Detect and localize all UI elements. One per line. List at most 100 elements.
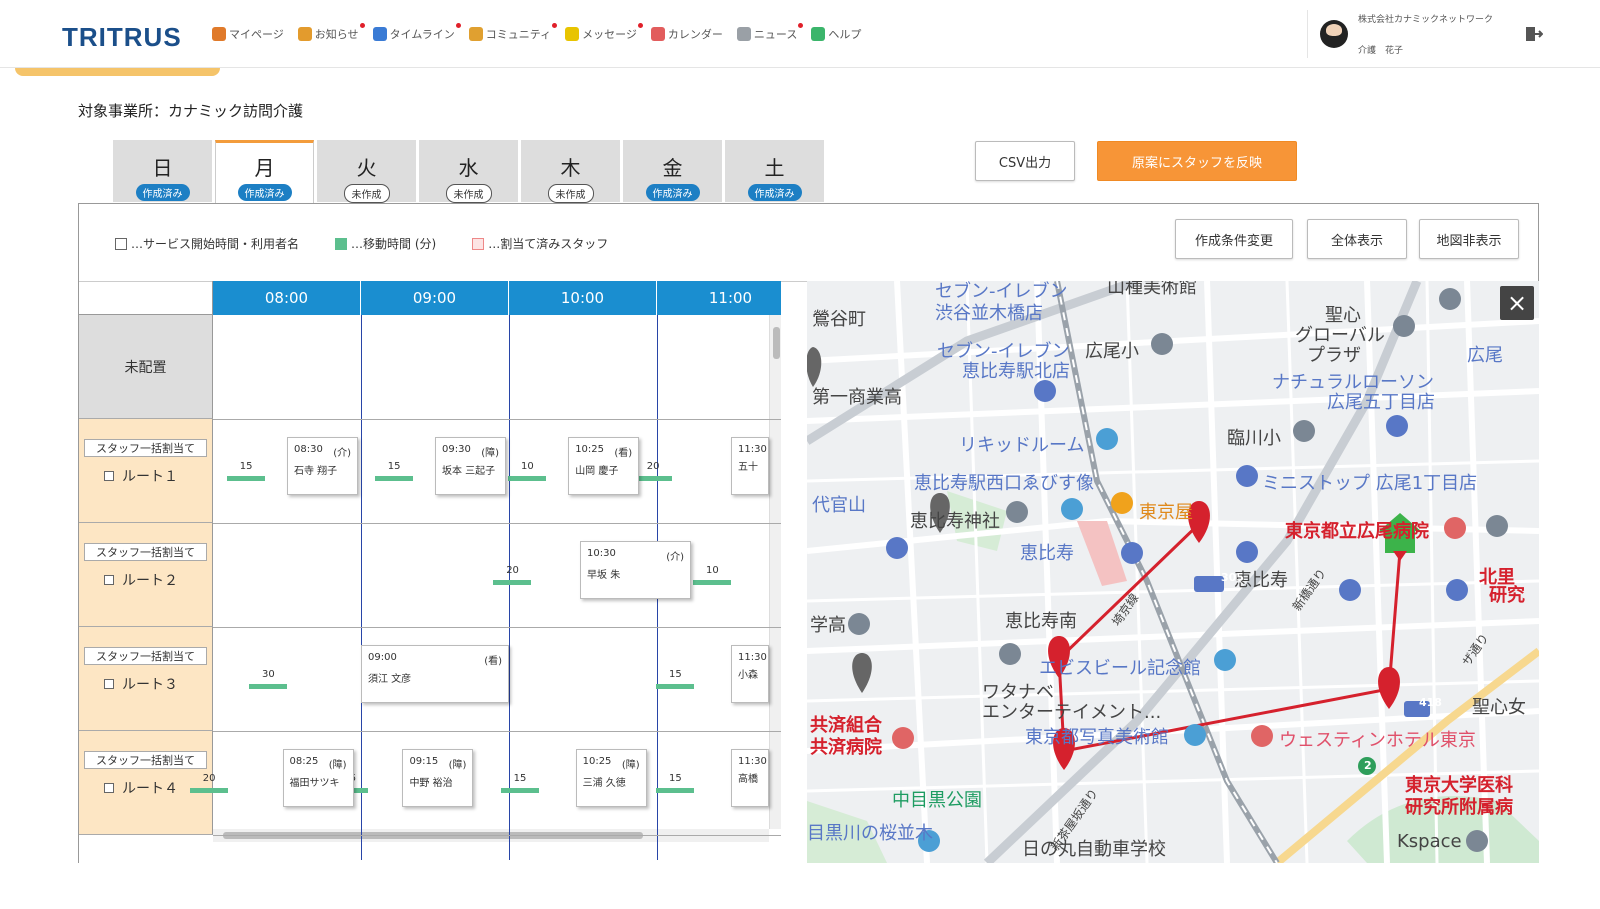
travel-time-bar xyxy=(493,580,532,585)
visit-time: 11:30 xyxy=(738,652,767,663)
visit-time: 08:25 xyxy=(289,756,319,767)
visit-card[interactable]: 11:30 五十 xyxy=(731,437,769,495)
nav-item-2[interactable]: タイムライン xyxy=(372,23,461,42)
visit-card[interactable]: 09:00 (看) 須江 文彦 xyxy=(361,645,509,703)
route-checkbox[interactable] xyxy=(104,783,114,793)
tab-day-label: 土 xyxy=(764,156,785,180)
bulk-assign-button[interactable]: スタッフ一括割当て xyxy=(84,647,207,665)
travel-time-bar xyxy=(633,476,672,481)
reflect-staff-button[interactable]: 原案にスタッフを反映 xyxy=(1097,141,1297,181)
nav-item-3[interactable]: コミュニティ xyxy=(468,23,558,42)
bulk-assign-button[interactable]: スタッフ一括割当て xyxy=(84,751,207,769)
logout-icon[interactable] xyxy=(1525,25,1543,43)
map-place-label: 鶯谷町 xyxy=(812,309,866,330)
time-header: 08:00 09:00 10:00 11:00 xyxy=(213,281,781,315)
map-place-label: 山種美術館 xyxy=(1107,281,1197,298)
map-place-label: エンターテイメント... xyxy=(982,702,1162,723)
map-place-label: 恵比寿 xyxy=(1020,543,1074,564)
bulk-assign-button[interactable]: スタッフ一括割当て xyxy=(84,439,207,457)
legend-assigned: …割当て済みスタッフ xyxy=(472,235,608,252)
route-map[interactable]: 山種美術館 鶯谷町 セブン-イレブン 渋谷並木橋店 聖心 グローバル プラザ セブン-イレブン… xyxy=(807,281,1539,863)
route-label: ルート１ xyxy=(122,469,178,485)
route-checkbox[interactable] xyxy=(104,471,114,481)
map-place-label: 広尾小 xyxy=(1085,341,1139,362)
client-name: 三浦 久徳 xyxy=(582,778,626,789)
tab-day-5[interactable]: 金作成済み xyxy=(623,140,722,202)
route-checkbox-row[interactable]: ルート１ xyxy=(104,466,178,486)
map-place-label: ウェスティンホテル東京 xyxy=(1279,730,1476,751)
travel-time-label: 15 xyxy=(239,461,253,472)
tab-day-6[interactable]: 土作成済み xyxy=(725,140,824,202)
tab-status-badge: 未作成 xyxy=(547,184,594,203)
legend-move: …移動時間 (分) xyxy=(335,235,436,252)
map-place-label: 臨川小 xyxy=(1227,428,1281,449)
client-name: 須江 文彦 xyxy=(368,674,412,685)
route-checkbox[interactable] xyxy=(104,575,114,585)
travel-time-label: 10 xyxy=(706,565,719,576)
tab-day-4[interactable]: 木未作成 xyxy=(521,140,620,203)
travel-time-bar xyxy=(374,476,413,481)
travel-time-label: 15 xyxy=(669,669,682,680)
vertical-scroll-thumb[interactable] xyxy=(773,327,780,359)
service-type: (障) xyxy=(328,760,347,771)
visit-card[interactable]: 09:30 (障) 坂本 三起子 xyxy=(435,437,507,495)
route-row-4: スタッフ一括割当てルート４ xyxy=(79,731,213,835)
nav-item-6[interactable]: ニュース xyxy=(736,23,804,42)
travel-time-label: 15 xyxy=(387,461,401,472)
visit-card[interactable]: 10:30 (介) 早坂 朱 xyxy=(580,541,692,599)
visit-card[interactable]: 10:25 (障) 三浦 久徳 xyxy=(575,749,647,807)
nav-item-0[interactable]: マイページ xyxy=(212,26,284,42)
visit-card-header: 10:30 (介) xyxy=(587,548,684,563)
visit-card[interactable]: 08:25 (障) 福田サツキ xyxy=(282,749,354,807)
visit-card[interactable]: 11:30 高橋 xyxy=(731,749,769,807)
service-type: (介) xyxy=(666,552,685,563)
map-place-label: リキッドルーム xyxy=(959,435,1085,456)
visit-card[interactable]: 08:30 (介) 石寺 翔子 xyxy=(287,437,359,495)
travel-time-bar xyxy=(500,788,539,793)
bulk-assign-button[interactable]: スタッフ一括割当て xyxy=(84,543,207,561)
day-tabs: 日作成済み月作成済み火未作成水未作成木未作成金作成済み土作成済み xyxy=(113,140,824,203)
tab-day-label: 月 xyxy=(254,156,275,180)
change-conditions-button[interactable]: 作成条件変更 xyxy=(1175,219,1293,259)
route-row-2: スタッフ一括割当てルート２ xyxy=(79,523,213,627)
vertical-scrollbar[interactable] xyxy=(769,315,781,829)
service-type: (介) xyxy=(333,448,352,459)
visit-card[interactable]: 10:25 (看) 山岡 慶子 xyxy=(568,437,640,495)
tab-day-1[interactable]: 月作成済み xyxy=(215,140,314,203)
nav-item-5[interactable]: カレンダー xyxy=(650,26,723,42)
hide-map-button[interactable]: 地図非表示 xyxy=(1419,219,1519,259)
travel-time-label: 20 xyxy=(202,773,216,784)
grid-corner xyxy=(79,281,213,315)
map-place-label: 広尾五丁目店 xyxy=(1327,392,1435,413)
map-place-label: プラザ xyxy=(1307,345,1361,366)
time-header-cell: 10:00 xyxy=(509,281,657,315)
visit-card[interactable]: 11:30 小森 xyxy=(731,645,769,703)
notification-dot xyxy=(798,23,804,28)
tab-status-badge: 作成済み xyxy=(645,184,700,201)
visit-time: 08:30 xyxy=(294,444,323,455)
route-checkbox-row[interactable]: ルート３ xyxy=(104,674,178,694)
tab-day-label: 木 xyxy=(560,156,581,180)
tritrus-logo[interactable]: TRITRUS xyxy=(62,22,182,53)
csv-export-button[interactable]: CSV出力 xyxy=(975,141,1075,181)
tab-day-2[interactable]: 火未作成 xyxy=(317,140,416,203)
nav-label: マイページ xyxy=(229,28,284,41)
tab-day-3[interactable]: 水未作成 xyxy=(419,140,518,203)
legend-service: …サービス開始時間・利用者名 xyxy=(115,235,299,252)
visit-card[interactable]: 09:15 (障) 中野 裕治 xyxy=(402,749,474,807)
show-all-button[interactable]: 全体表示 xyxy=(1307,219,1407,259)
tab-day-0[interactable]: 日作成済み xyxy=(113,140,212,202)
map-place-label: 東京都写真美術館 xyxy=(1025,727,1169,748)
route-checkbox-row[interactable]: ルート２ xyxy=(104,570,178,590)
route-checkbox-row[interactable]: ルート４ xyxy=(104,778,178,798)
user-info[interactable]: 株式会社カナミックネットワーク 介護 花子 xyxy=(1307,10,1497,58)
nav-item-7[interactable]: ヘルプ xyxy=(811,26,861,42)
time-header-cell: 11:00 xyxy=(657,281,781,315)
close-map-button[interactable]: × xyxy=(1500,286,1534,320)
service-type: (看) xyxy=(614,448,633,459)
route-checkbox[interactable] xyxy=(104,679,114,689)
notification-dot xyxy=(637,23,643,28)
nav-item-1[interactable]: お知らせ xyxy=(297,23,365,42)
service-type: (看) xyxy=(484,656,502,667)
nav-item-4[interactable]: メッセージ xyxy=(565,23,643,42)
